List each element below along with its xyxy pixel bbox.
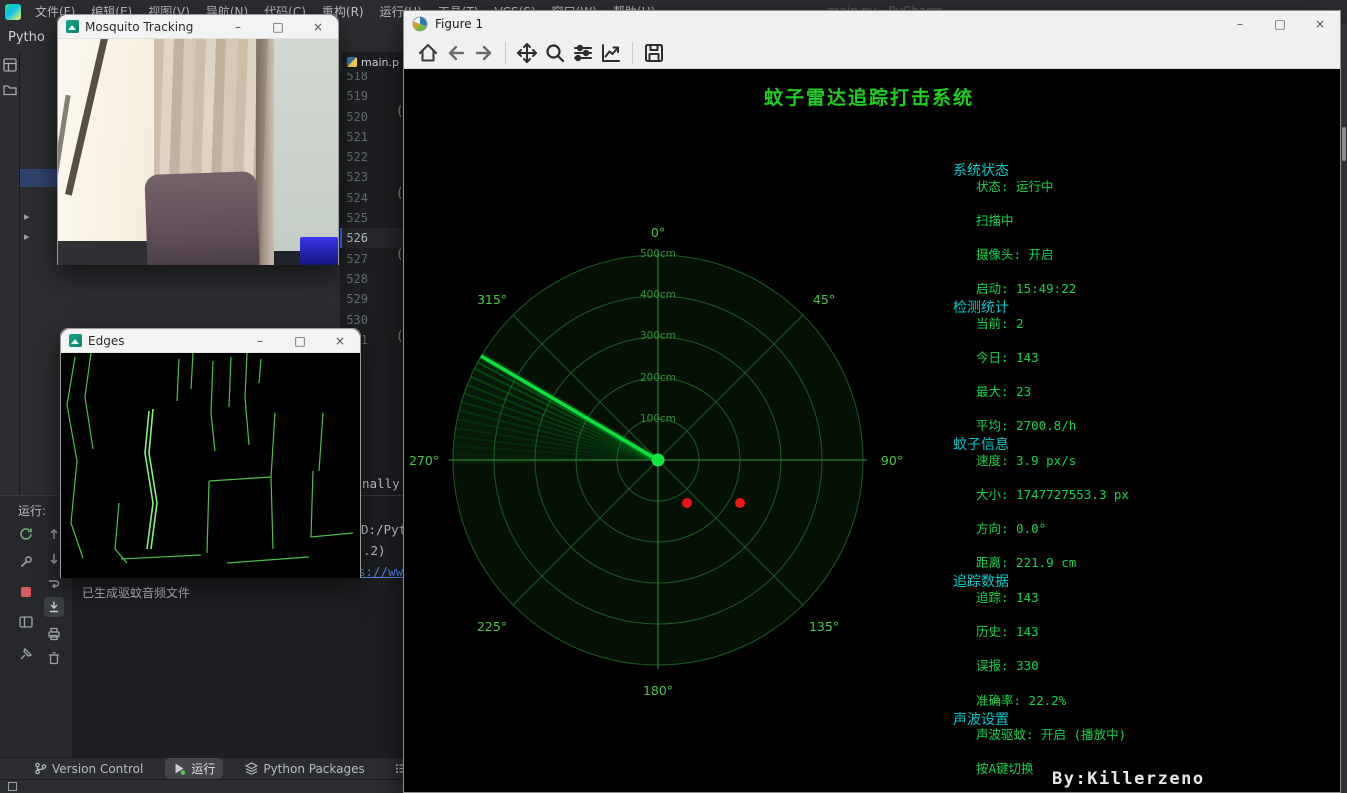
- figure-titlebar[interactable]: Figure 1 – □ ×: [404, 11, 1340, 37]
- matplotlib-toolbar: [404, 37, 1340, 69]
- angle-label: 225°: [477, 619, 507, 634]
- status-icon[interactable]: [8, 782, 17, 791]
- figure-canvas: 蚊子雷达追踪打击系统 0° 45° 90° 135° 180° 225° 270…: [404, 69, 1340, 792]
- edge-detection-canvas: [61, 353, 360, 578]
- packages-layers-icon: [245, 762, 259, 775]
- ring-label: 200cm: [640, 372, 676, 384]
- mosquito-tracking-window: Mosquito Tracking – □ ×: [57, 14, 339, 265]
- scrollbar-thumb[interactable]: [1342, 127, 1346, 161]
- console-message: 已生成驱蚊音频文件: [82, 586, 191, 600]
- console-text-fragment: .2): [363, 543, 386, 558]
- home-button[interactable]: [414, 40, 442, 66]
- project-icon[interactable]: [2, 58, 17, 72]
- wall-region: [274, 39, 338, 265]
- python-file-icon: [347, 57, 357, 67]
- pan-button[interactable]: [513, 40, 541, 66]
- angle-label: 315°: [477, 292, 507, 307]
- matplotlib-icon: [412, 16, 428, 32]
- rerun-button[interactable]: [16, 524, 36, 544]
- edges-titlebar[interactable]: Edges – □ ×: [61, 329, 360, 353]
- editor-scrollbar[interactable]: [1341, 24, 1347, 793]
- maximize-button[interactable]: □: [1260, 11, 1300, 37]
- zoom-button[interactable]: [541, 40, 569, 66]
- tab-run[interactable]: 运行: [165, 758, 224, 779]
- folder-icon[interactable]: [2, 82, 17, 96]
- angle-label: 45°: [813, 292, 835, 307]
- clear-trash-button[interactable]: [44, 648, 64, 668]
- editor-tab-main-py[interactable]: main.p: [342, 52, 407, 72]
- tree-chevron-icon[interactable]: ▸: [24, 210, 30, 223]
- print-button[interactable]: [44, 624, 64, 644]
- edges-window: Edges – □ ×: [60, 328, 361, 578]
- tab-python-packages[interactable]: Python Packages: [237, 760, 372, 778]
- pycharm-logo-icon: [5, 4, 21, 20]
- ring-label: 400cm: [640, 289, 676, 301]
- author-credit: By:Killerzeno: [1052, 769, 1205, 789]
- opencv-window-icon: [69, 334, 82, 347]
- console-text-fragment: D:/Pyt: [361, 522, 407, 537]
- minimize-button[interactable]: –: [240, 329, 280, 353]
- back-button[interactable]: [442, 40, 470, 66]
- tab-version-control[interactable]: Version Control: [26, 760, 151, 778]
- close-button[interactable]: ×: [320, 329, 360, 353]
- line-number-gutter: 518 519 520 521 522 523 524 525 526 527 …: [346, 69, 368, 347]
- run-panel-label: 运行:: [18, 504, 47, 518]
- save-button[interactable]: [640, 40, 668, 66]
- opencv-window-icon: [66, 20, 79, 33]
- angle-label: 180°: [643, 683, 673, 698]
- radar-center-dot: [651, 453, 665, 467]
- figure-window-title: Figure 1: [435, 17, 484, 31]
- camera-feed: [58, 39, 338, 265]
- figure-window: Figure 1 – □ × 蚊子雷达追踪打击系统 0° 45° 90° 135…: [403, 10, 1341, 793]
- scroll-to-end-button[interactable]: [44, 597, 64, 617]
- ring-label: 100cm: [640, 413, 676, 425]
- chair-silhouette: [144, 171, 260, 265]
- curtain-shadow: [256, 39, 276, 265]
- tracking-titlebar[interactable]: Mosquito Tracking – □ ×: [58, 15, 338, 39]
- toolbar-separator: [632, 41, 633, 64]
- ring-label: 500cm: [640, 248, 676, 260]
- close-button[interactable]: ×: [298, 15, 338, 39]
- minimize-button[interactable]: –: [218, 15, 258, 39]
- branch-icon: [35, 762, 47, 775]
- maximize-button[interactable]: □: [280, 329, 320, 353]
- tree-chevron-icon[interactable]: ▸: [24, 230, 30, 243]
- subplots-button[interactable]: [569, 40, 597, 66]
- edges-window-title: Edges: [88, 333, 125, 348]
- console-link[interactable]: s://ww: [358, 564, 403, 579]
- forward-button[interactable]: [470, 40, 498, 66]
- blue-object: [300, 237, 338, 265]
- maximize-button[interactable]: □: [258, 15, 298, 39]
- console-text-fragment: nally: [362, 476, 400, 491]
- close-button[interactable]: ×: [1300, 11, 1340, 37]
- angle-label: 135°: [809, 619, 839, 634]
- settings-wrench-button[interactable]: [16, 552, 36, 572]
- layout-button[interactable]: [16, 612, 36, 632]
- stop-button[interactable]: [16, 582, 36, 602]
- desktop: 文件(F) 编辑(E) 视图(V) 导航(N) 代码(C) 重构(R) 运行(U…: [0, 0, 1347, 793]
- minimize-button[interactable]: –: [1220, 11, 1260, 37]
- radar-plot: 0° 45° 90° 135° 180° 225° 270° 315° 100c…: [409, 225, 903, 698]
- angle-label: 0°: [651, 225, 665, 240]
- project-selector[interactable]: Pytho: [8, 30, 45, 45]
- customize-axes-button[interactable]: [597, 40, 625, 66]
- ring-label: 300cm: [640, 330, 676, 342]
- tracking-window-title: Mosquito Tracking: [85, 19, 194, 34]
- mosquito-detection-dot: [682, 498, 692, 508]
- angle-label: 90°: [881, 453, 903, 468]
- toolbar-separator: [505, 41, 506, 64]
- floor-shadow: [58, 241, 148, 265]
- run-play-icon: [175, 763, 186, 775]
- pin-button[interactable]: [16, 644, 36, 664]
- mosquito-detection-dot: [735, 498, 745, 508]
- angle-label: 270°: [409, 453, 439, 468]
- radar-heading: 蚊子雷达追踪打击系统: [763, 87, 974, 109]
